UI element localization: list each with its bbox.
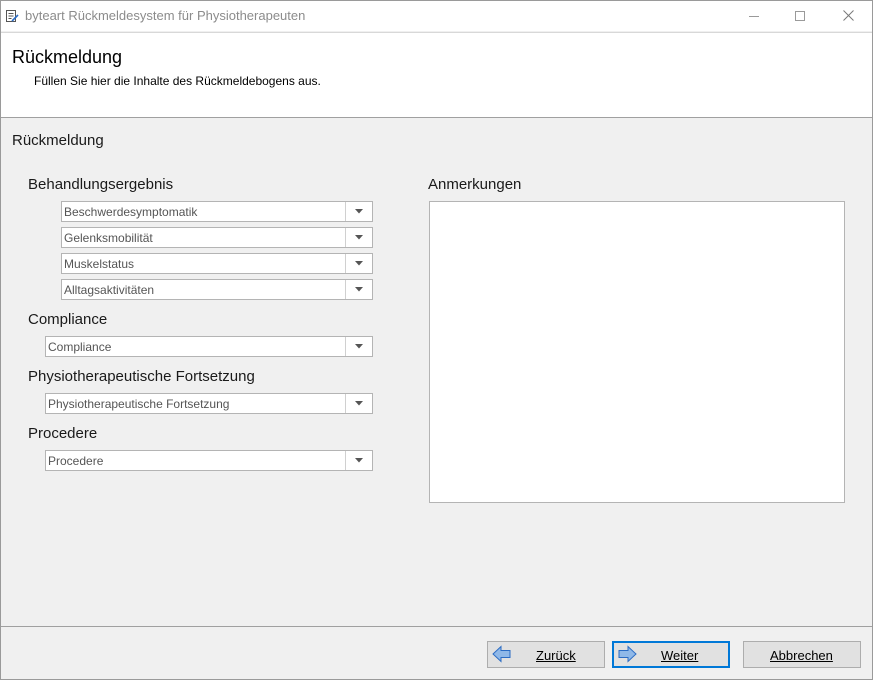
back-button[interactable]: Zurück (487, 641, 605, 668)
combo-dropdown-button[interactable] (345, 202, 372, 221)
notes-textarea[interactable] (429, 201, 845, 503)
footer-divider (1, 626, 872, 627)
combo-dropdown-button[interactable] (345, 337, 372, 356)
chevron-down-icon (355, 287, 363, 292)
combo-compliance[interactable]: Compliance (45, 336, 373, 357)
combo-value: Compliance (48, 340, 112, 354)
maximize-icon (795, 8, 805, 24)
close-button[interactable] (825, 1, 871, 31)
combo-dropdown-button[interactable] (345, 451, 372, 470)
combo-procedere[interactable]: Procedere (45, 450, 373, 471)
app-form-icon (5, 9, 19, 23)
page-title: Rückmeldung (12, 47, 123, 67)
notes-label: Anmerkungen (428, 176, 522, 193)
combo-muskelstatus[interactable]: Muskelstatus (61, 253, 373, 274)
chevron-down-icon (355, 401, 363, 406)
next-button-label: Weiter (661, 648, 699, 663)
combo-beschwerdesymptomatik[interactable]: Beschwerdesymptomatik (61, 201, 373, 222)
cancel-button[interactable]: Abbrechen (743, 641, 861, 668)
maximize-button[interactable] (777, 1, 823, 31)
combo-dropdown-button[interactable] (345, 228, 372, 247)
combo-dropdown-button[interactable] (345, 394, 372, 413)
combo-value: Alltagsaktivitäten (64, 283, 155, 297)
arrow-right-icon (617, 645, 637, 666)
chevron-down-icon (355, 235, 363, 240)
group-label-procedere: Procedere (28, 425, 98, 442)
combo-value: Beschwerdesymptomatik (64, 205, 198, 219)
close-icon (842, 8, 854, 24)
combo-value: Gelenksmobilität (64, 231, 153, 245)
section-title: Rückmeldung (12, 132, 104, 149)
combo-value: Physiotherapeutische Fortsetzung (48, 397, 230, 411)
back-button-label: Zurück (536, 648, 576, 663)
chevron-down-icon (355, 344, 363, 349)
chevron-down-icon (355, 261, 363, 266)
page-subtitle: Füllen Sie hier die Inhalte des Rückmeld… (34, 74, 321, 88)
arrow-left-icon (492, 645, 512, 666)
group-label-behandlungsergebnis: Behandlungsergebnis (28, 176, 174, 193)
cancel-button-label: Abbrechen (770, 648, 833, 663)
combo-dropdown-button[interactable] (345, 254, 372, 273)
combo-gelenksmobilitaet[interactable]: Gelenksmobilität (61, 227, 373, 248)
combo-alltagsaktivitaeten[interactable]: Alltagsaktivitäten (61, 279, 373, 300)
app-window: byteart Rückmeldesystem für Physiotherap… (0, 0, 873, 680)
chevron-down-icon (355, 209, 363, 214)
group-label-compliance: Compliance (28, 311, 108, 328)
next-button[interactable]: Weiter (612, 641, 730, 668)
window-title: byteart Rückmeldesystem für Physiotherap… (25, 8, 306, 23)
combo-dropdown-button[interactable] (345, 280, 372, 299)
minimize-icon (749, 8, 759, 24)
minimize-button[interactable] (731, 1, 777, 31)
header-panel: Rückmeldung Füllen Sie hier die Inhalte … (1, 32, 872, 118)
combo-fortsetzung[interactable]: Physiotherapeutische Fortsetzung (45, 393, 373, 414)
combo-value: Procedere (48, 454, 104, 468)
title-bar[interactable]: byteart Rückmeldesystem für Physiotherap… (1, 1, 872, 31)
combo-value: Muskelstatus (64, 257, 135, 271)
group-label-fortsetzung: Physiotherapeutische Fortsetzung (28, 368, 255, 385)
chevron-down-icon (355, 458, 363, 463)
